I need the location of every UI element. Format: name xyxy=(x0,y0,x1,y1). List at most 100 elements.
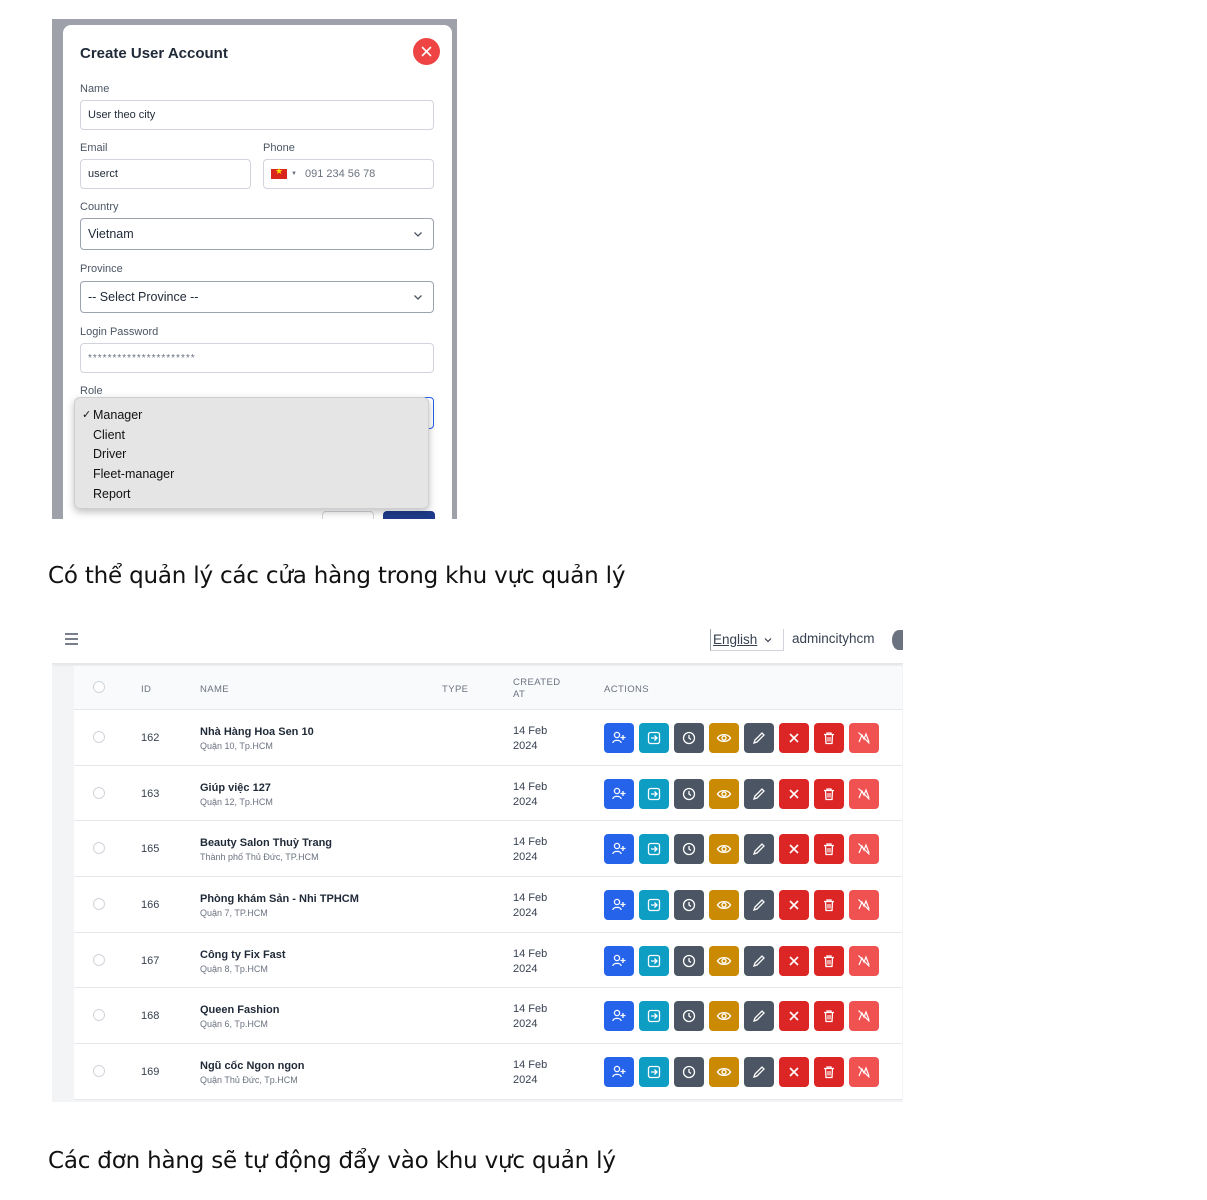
submit-button[interactable] xyxy=(383,511,435,519)
login-button[interactable] xyxy=(639,1057,669,1088)
trash-button[interactable] xyxy=(814,834,844,865)
trash-button[interactable] xyxy=(814,945,844,976)
eye-button[interactable] xyxy=(709,778,739,809)
password-input[interactable]: ********************** xyxy=(80,343,434,373)
disable-icon xyxy=(858,899,870,911)
province-value: -- Select Province -- xyxy=(88,290,199,304)
pencil-button[interactable] xyxy=(744,778,774,809)
role-option-manager[interactable]: ✓ Manager xyxy=(75,406,428,426)
close-button[interactable] xyxy=(779,723,809,753)
pencil-button[interactable] xyxy=(744,945,774,976)
hamburger-menu-icon[interactable] xyxy=(64,632,79,646)
row-checkbox[interactable] xyxy=(93,842,105,855)
role-option-client[interactable]: Client xyxy=(75,426,428,446)
role-option-report[interactable]: Report xyxy=(75,485,428,505)
role-option-fleet-manager[interactable]: Fleet-manager xyxy=(75,465,428,485)
row-id: 167 xyxy=(141,954,160,967)
name-label: Name xyxy=(80,83,110,95)
disable-icon xyxy=(858,732,870,744)
disable-button[interactable] xyxy=(849,778,879,809)
add-user-button[interactable] xyxy=(604,834,634,865)
pencil-button[interactable] xyxy=(744,1001,774,1032)
close-button[interactable] xyxy=(779,1001,809,1032)
pencil-button[interactable] xyxy=(744,890,774,921)
disable-button[interactable] xyxy=(849,834,879,865)
add-user-button[interactable] xyxy=(604,945,634,976)
eye-button[interactable] xyxy=(709,723,739,753)
login-button[interactable] xyxy=(639,723,669,753)
row-checkbox[interactable] xyxy=(93,786,105,799)
trash-button[interactable] xyxy=(814,890,844,921)
close-button[interactable] xyxy=(779,778,809,809)
clock-button[interactable] xyxy=(674,723,704,753)
add-user-button[interactable] xyxy=(604,890,634,921)
row-checkbox[interactable] xyxy=(93,953,105,966)
login-button[interactable] xyxy=(639,890,669,921)
clock-button[interactable] xyxy=(674,890,704,921)
header-id: ID xyxy=(141,684,152,695)
row-checkbox[interactable] xyxy=(93,1009,105,1022)
pencil-button[interactable] xyxy=(744,723,774,753)
email-input[interactable]: userct xyxy=(80,159,251,189)
disable-button[interactable] xyxy=(849,1001,879,1032)
stores-table: ID NAME TYPE CREATED AT ACTIONS 162 Nhà H… xyxy=(74,666,902,1100)
login-button[interactable] xyxy=(639,945,669,976)
eye-button[interactable] xyxy=(709,945,739,976)
trash-button[interactable] xyxy=(814,723,844,753)
clock-button[interactable] xyxy=(674,834,704,865)
country-select[interactable]: Vietnam xyxy=(80,218,434,250)
close-button[interactable] xyxy=(779,1057,809,1088)
clock-button[interactable] xyxy=(674,1001,704,1032)
disable-button[interactable] xyxy=(849,1057,879,1088)
trash-button[interactable] xyxy=(814,1001,844,1032)
login-button[interactable] xyxy=(639,834,669,865)
name-input[interactable]: User theo city xyxy=(80,100,434,130)
pencil-button[interactable] xyxy=(744,834,774,865)
add-user-icon xyxy=(612,843,626,855)
avatar[interactable] xyxy=(892,630,903,650)
clock-button[interactable] xyxy=(674,1057,704,1088)
province-select[interactable]: -- Select Province -- xyxy=(80,281,434,313)
trash-button[interactable] xyxy=(814,778,844,809)
row-created-at: 14 Feb 2024 xyxy=(513,1059,548,1087)
trash-icon xyxy=(824,1066,834,1079)
pencil-button[interactable] xyxy=(744,1057,774,1088)
row-checkbox[interactable] xyxy=(93,731,105,743)
phone-input[interactable]: ▼ 091 234 56 78 xyxy=(263,159,434,189)
add-user-button[interactable] xyxy=(604,778,634,809)
login-button[interactable] xyxy=(639,1001,669,1032)
eye-button[interactable] xyxy=(709,834,739,865)
row-checkbox[interactable] xyxy=(93,1065,105,1078)
eye-button[interactable] xyxy=(709,1057,739,1088)
disable-button[interactable] xyxy=(849,945,879,976)
row-address: Thành phố Thủ Đức, TP.HCM xyxy=(200,852,319,863)
trash-button[interactable] xyxy=(814,1057,844,1088)
disable-button[interactable] xyxy=(849,890,879,921)
vietnam-flag-icon[interactable] xyxy=(271,166,287,179)
username[interactable]: admincityhcm xyxy=(792,631,875,646)
role-option-driver[interactable]: Driver xyxy=(75,445,428,465)
row-checkbox[interactable] xyxy=(93,898,105,911)
eye-button[interactable] xyxy=(709,890,739,921)
login-button[interactable] xyxy=(639,778,669,809)
disable-button[interactable] xyxy=(849,723,879,753)
select-all-checkbox[interactable] xyxy=(93,681,105,693)
cancel-button[interactable] xyxy=(322,511,374,519)
row-name: Queen Fashion xyxy=(200,1004,280,1017)
clock-icon xyxy=(682,843,696,856)
caret-down-icon[interactable]: ▼ xyxy=(291,171,297,177)
close-button[interactable] xyxy=(413,38,440,65)
add-user-button[interactable] xyxy=(604,723,634,753)
trash-icon xyxy=(824,843,834,856)
add-user-button[interactable] xyxy=(604,1001,634,1032)
close-button[interactable] xyxy=(779,945,809,976)
table-row: 162 Nhà Hàng Hoa Sen 10 Quận 10, Tp.HCM 14 … xyxy=(74,710,902,766)
trash-icon xyxy=(824,1010,834,1023)
clock-button[interactable] xyxy=(674,778,704,809)
close-button[interactable] xyxy=(779,834,809,865)
clock-button[interactable] xyxy=(674,945,704,976)
language-selector[interactable]: English xyxy=(710,629,785,651)
add-user-button[interactable] xyxy=(604,1057,634,1088)
eye-button[interactable] xyxy=(709,1001,739,1032)
close-button[interactable] xyxy=(779,890,809,921)
